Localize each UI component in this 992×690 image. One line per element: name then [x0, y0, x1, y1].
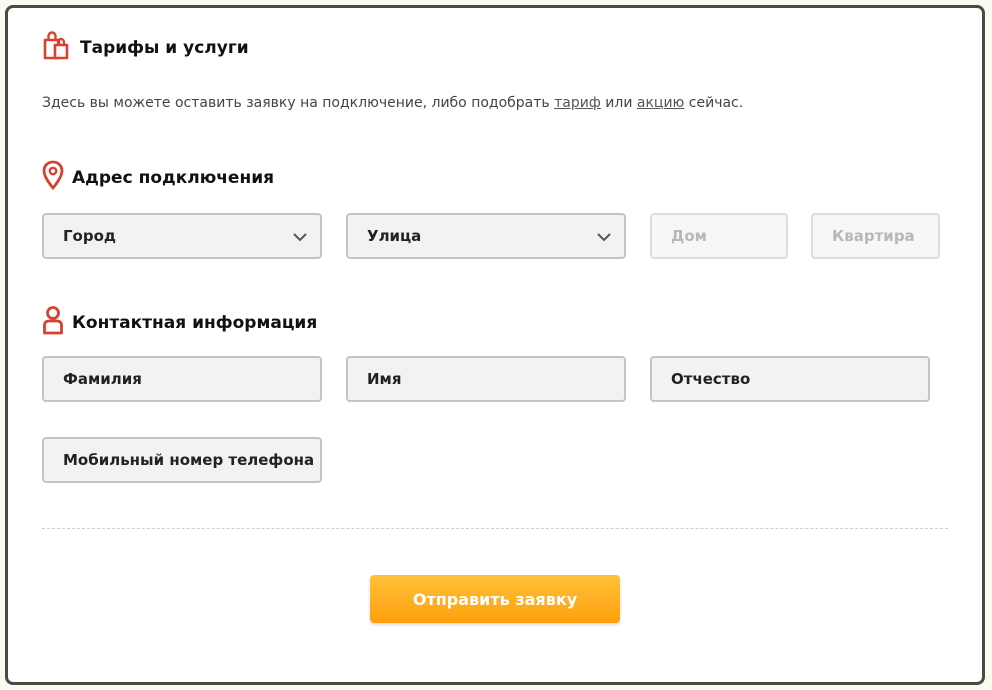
divider — [42, 528, 948, 529]
intro-text-part: сейчас. — [684, 95, 744, 111]
last-name-placeholder: Фамилия — [63, 370, 142, 388]
house-field[interactable]: Дом — [650, 213, 788, 259]
person-icon — [42, 305, 64, 340]
submit-request-button[interactable]: Отправить заявку — [370, 575, 620, 623]
city-select[interactable]: Город — [42, 213, 322, 259]
shopping-bags-icon — [42, 30, 70, 65]
chevron-down-icon — [292, 229, 308, 247]
contact-section-title: Контактная информация — [42, 305, 317, 340]
intro-text-part: или — [600, 95, 637, 111]
request-form-card: Тарифы и услуги Здесь вы можете оставить… — [5, 5, 985, 685]
promo-link[interactable]: акцию — [637, 95, 684, 111]
form-header: Тарифы и услуги — [42, 30, 249, 65]
phone-placeholder: Мобильный номер телефона — [63, 451, 315, 469]
address-section-label: Адрес подключения — [72, 167, 275, 188]
apartment-field[interactable]: Квартира — [811, 213, 940, 259]
form-title: Тарифы и услуги — [80, 37, 249, 58]
intro-text: Здесь вы можете оставить заявку на подкл… — [42, 95, 743, 111]
first-name-field[interactable]: Имя — [346, 356, 626, 402]
phone-field[interactable]: Мобильный номер телефона — [42, 437, 322, 483]
street-select-label: Улица — [367, 227, 422, 245]
house-field-placeholder: Дом — [671, 227, 707, 245]
first-name-placeholder: Имя — [367, 370, 402, 388]
last-name-field[interactable]: Фамилия — [42, 356, 322, 402]
tariff-link[interactable]: тариф — [554, 95, 601, 111]
street-select[interactable]: Улица — [346, 213, 626, 259]
map-pin-icon — [42, 160, 64, 195]
apartment-field-placeholder: Квартира — [832, 227, 915, 245]
patronymic-field[interactable]: Отчество — [650, 356, 930, 402]
intro-text-part: Здесь вы можете оставить заявку на подкл… — [42, 95, 555, 111]
patronymic-placeholder: Отчество — [671, 370, 751, 388]
contact-section-label: Контактная информация — [72, 312, 318, 333]
city-select-label: Город — [63, 227, 117, 245]
address-section-title: Адрес подключения — [42, 160, 274, 195]
chevron-down-icon — [596, 229, 612, 247]
